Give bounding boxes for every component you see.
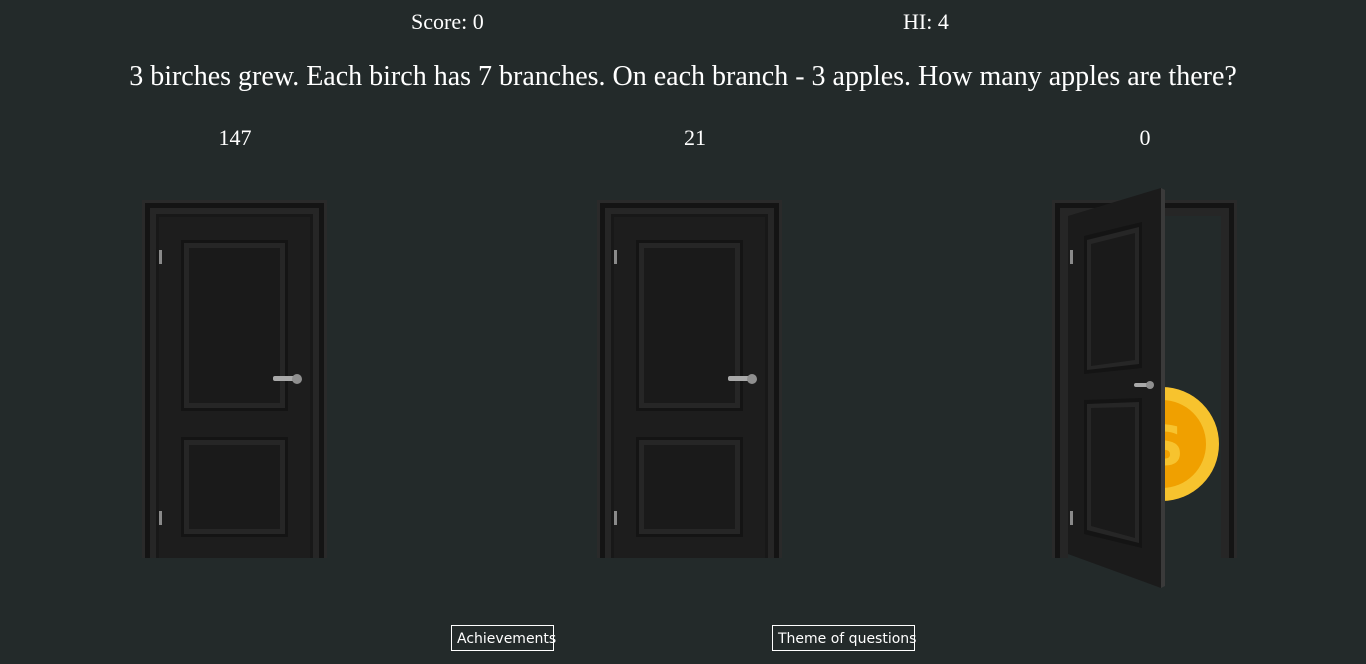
theme-of-questions-button[interactable]: Theme of questions <box>772 625 916 651</box>
high-score-label: HI: 4 <box>903 9 949 34</box>
door-3[interactable]: $ <box>1051 188 1241 593</box>
closed-door-icon <box>142 200 327 558</box>
door-2[interactable] <box>596 188 786 563</box>
door-1[interactable] <box>141 188 331 563</box>
open-door-icon: $ <box>1052 188 1237 588</box>
answer-label-3: 0 <box>1139 125 1151 150</box>
game-screen: Score: 0 HI: 4 3 birches grew. Each birc… <box>0 0 1366 664</box>
score-label: Score: 0 <box>411 9 484 34</box>
question-text: 3 birches grew. Each birch has 7 branche… <box>129 61 1237 92</box>
answer-label-2: 21 <box>684 125 706 150</box>
achievements-button[interactable]: Achievements <box>451 625 556 651</box>
closed-door-icon <box>597 200 782 558</box>
answer-label-1: 147 <box>218 125 252 150</box>
